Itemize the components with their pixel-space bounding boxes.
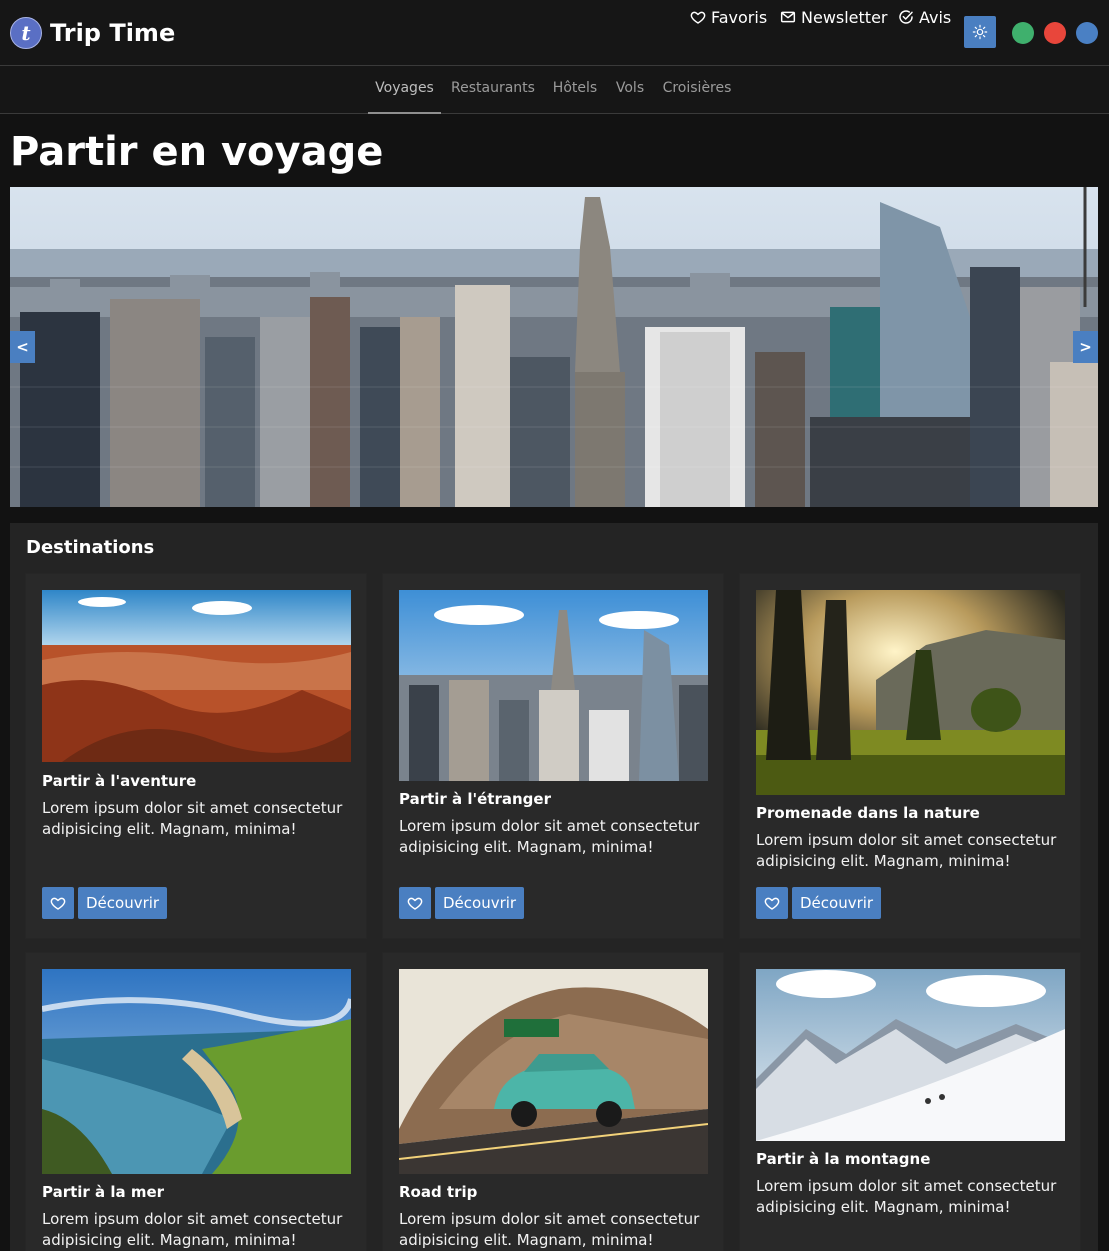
- nav-item-voyages[interactable]: Voyages: [368, 66, 441, 114]
- nav-item-vols[interactable]: Vols: [612, 66, 648, 114]
- card-text: Lorem ipsum dolor sit amet consectetur a…: [756, 831, 1057, 870]
- card-actions: Découvrir: [756, 887, 882, 919]
- newsletter-label: Newsletter: [801, 7, 888, 27]
- destinations-title: Destinations: [26, 537, 155, 558]
- brand-logo: t: [10, 17, 42, 49]
- favorite-button[interactable]: [42, 887, 74, 919]
- destinations-section: Destinations Partir à l'aventure Lorem i…: [10, 523, 1098, 1251]
- reviews-label: Avis: [919, 7, 952, 27]
- card-title: Road trip: [399, 1183, 478, 1201]
- card-actions: Découvrir: [399, 887, 525, 919]
- card-actions: Découvrir: [42, 887, 168, 919]
- top-header: t Trip Time Favoris Newsletter Avis: [0, 0, 1109, 66]
- heart-outline-icon: [407, 897, 423, 910]
- card-image: [756, 590, 1065, 795]
- discover-button[interactable]: Découvrir: [435, 887, 525, 919]
- destination-card: Promenade dans la nature Lorem ipsum dol…: [740, 574, 1080, 938]
- destination-card: Partir à la montagne Lorem ipsum dolor s…: [740, 953, 1080, 1251]
- card-text: Lorem ipsum dolor sit amet consectetur a…: [399, 1210, 700, 1249]
- heart-outline-icon: [50, 897, 66, 910]
- favorites-label: Favoris: [711, 7, 768, 27]
- card-image: [756, 969, 1065, 1141]
- mountain-snow-image: [756, 969, 1065, 1141]
- nav-item-croisieres[interactable]: Croisières: [658, 66, 736, 114]
- hero-carousel: < >: [10, 187, 1098, 507]
- vintage-car-image: [399, 969, 708, 1174]
- card-image: [42, 590, 351, 762]
- nav-item-hotels[interactable]: Hôtels: [548, 66, 602, 114]
- carousel-next-button[interactable]: >: [1073, 331, 1098, 363]
- card-title: Partir à l'étranger: [399, 790, 551, 808]
- card-text: Lorem ipsum dolor sit amet consectetur a…: [42, 1210, 343, 1249]
- theme-dot-green[interactable]: [1012, 22, 1034, 44]
- card-title: Partir à la mer: [42, 1183, 165, 1201]
- theme-dot-blue[interactable]: [1076, 22, 1098, 44]
- card-text: Lorem ipsum dolor sit amet consectetur a…: [399, 817, 700, 856]
- newsletter-link[interactable]: Newsletter: [780, 0, 888, 34]
- card-title: Promenade dans la nature: [756, 804, 980, 822]
- heart-outline-icon: [764, 897, 780, 910]
- card-text: Lorem ipsum dolor sit amet consectetur a…: [42, 799, 343, 838]
- card-title: Partir à la montagne: [756, 1150, 931, 1168]
- destination-card: Partir à la mer Lorem ipsum dolor sit am…: [26, 953, 366, 1251]
- discover-button[interactable]: Découvrir: [792, 887, 882, 919]
- favorite-button[interactable]: [756, 887, 788, 919]
- favorite-button[interactable]: [399, 887, 431, 919]
- favorites-link[interactable]: Favoris: [690, 0, 767, 34]
- heart-outline-icon: [690, 11, 706, 24]
- page-title: Partir en voyage: [10, 129, 384, 175]
- destination-card: Partir à l'aventure Lorem ipsum dolor si…: [26, 574, 366, 938]
- main-nav: Voyages Restaurants Hôtels Vols Croisièr…: [0, 66, 1109, 114]
- brand-name: Trip Time: [50, 19, 176, 47]
- card-image: [42, 969, 351, 1174]
- theme-dot-red[interactable]: [1044, 22, 1066, 44]
- card-image: [399, 969, 708, 1174]
- brand[interactable]: t Trip Time: [10, 16, 175, 50]
- carousel-prev-button[interactable]: <: [10, 331, 35, 363]
- card-image: [399, 590, 708, 781]
- theme-toggle-button[interactable]: [964, 16, 996, 48]
- destination-card: Partir à l'étranger Lorem ipsum dolor si…: [383, 574, 723, 938]
- city-skyline-image: [10, 187, 1098, 507]
- card-title: Partir à l'aventure: [42, 772, 197, 790]
- destination-card: Road trip Lorem ipsum dolor sit amet con…: [383, 953, 723, 1251]
- reviews-link[interactable]: Avis: [898, 0, 951, 34]
- beach-image: [42, 969, 351, 1174]
- discover-button[interactable]: Découvrir: [78, 887, 168, 919]
- nav-item-restaurants[interactable]: Restaurants: [448, 66, 538, 114]
- forest-image: [756, 590, 1065, 795]
- check-circle-icon: [899, 10, 913, 24]
- city-image: [399, 590, 708, 781]
- envelope-icon: [780, 11, 796, 23]
- card-text: Lorem ipsum dolor sit amet consectetur a…: [756, 1177, 1057, 1216]
- canyon-image: [42, 590, 351, 762]
- sun-icon: [972, 24, 988, 40]
